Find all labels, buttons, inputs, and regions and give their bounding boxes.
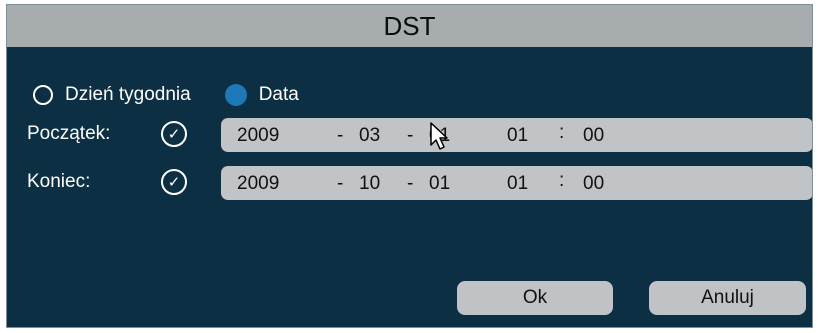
radio-weekday-icon[interactable] xyxy=(33,85,53,105)
start-sep-3: : xyxy=(559,122,565,143)
end-month[interactable]: 10 xyxy=(359,173,380,195)
ok-button[interactable]: Ok xyxy=(457,281,613,315)
end-sep-2: - xyxy=(407,173,414,194)
end-year[interactable]: 2009 xyxy=(237,173,279,195)
mode-options: Dzień tygodnia Data xyxy=(33,81,299,109)
start-hour[interactable]: 01 xyxy=(507,125,528,147)
end-date-field[interactable]: 2009 - 10 - 01 01 : 00 xyxy=(221,166,812,200)
cancel-button[interactable]: Anuluj xyxy=(649,281,806,315)
dst-dialog: DST Dzień tygodnia Data Początek: ✓ 2009… xyxy=(6,4,813,328)
start-sep-1: - xyxy=(337,125,344,146)
start-minute[interactable]: 00 xyxy=(583,125,604,147)
end-hour[interactable]: 01 xyxy=(507,173,528,195)
radio-date-label[interactable]: Data xyxy=(259,84,299,106)
start-date-field[interactable]: 2009 - 03 - 01 01 : 00 xyxy=(221,118,812,152)
end-sep-3: : xyxy=(559,170,565,191)
radio-date-icon[interactable] xyxy=(224,84,247,106)
end-minute[interactable]: 00 xyxy=(583,173,604,195)
radio-date-option[interactable]: Data xyxy=(224,84,299,106)
start-check-icon[interactable]: ✓ xyxy=(161,121,187,147)
start-month[interactable]: 03 xyxy=(359,125,380,147)
radio-weekday-label[interactable]: Dzień tygodnia xyxy=(65,84,191,106)
dialog-title: DST xyxy=(7,5,812,47)
end-label: Koniec: xyxy=(27,171,91,192)
start-row: Początek: ✓ xyxy=(27,118,187,150)
start-sep-2: - xyxy=(407,125,414,146)
start-label: Początek: xyxy=(27,123,111,144)
end-row: Koniec: ✓ xyxy=(27,166,187,198)
end-day[interactable]: 01 xyxy=(429,173,450,195)
end-check-icon[interactable]: ✓ xyxy=(161,169,187,195)
start-year[interactable]: 2009 xyxy=(237,125,279,147)
end-sep-1: - xyxy=(337,173,344,194)
mouse-pointer-icon xyxy=(430,122,448,150)
